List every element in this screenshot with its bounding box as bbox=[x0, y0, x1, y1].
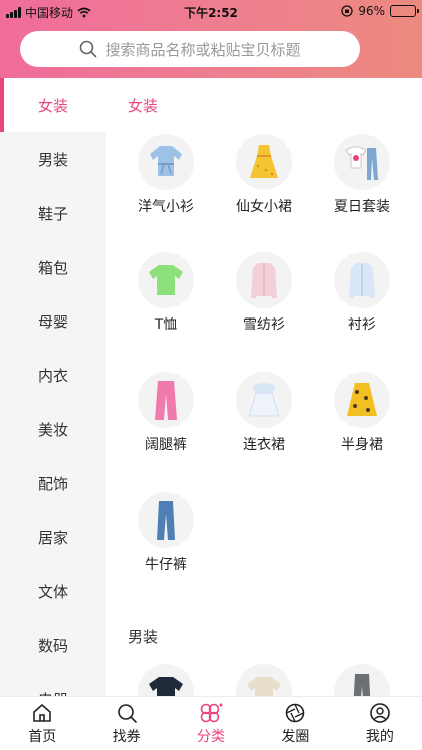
wide-pants-icon bbox=[138, 372, 194, 428]
search-input[interactable]: 搜索商品名称或粘贴宝贝标题 bbox=[20, 31, 360, 67]
sidebar-item-mens[interactable]: 男装 bbox=[0, 132, 106, 186]
category-cell[interactable]: 阔腿裤 bbox=[117, 372, 215, 454]
battery-percent: 96% bbox=[358, 4, 385, 18]
sidebar-item-label: 数码 bbox=[37, 636, 68, 655]
sidebar-item-label: 居家 bbox=[37, 528, 68, 547]
tab-label: 首页 bbox=[28, 728, 57, 745]
category-cell[interactable]: 仙女小裙 bbox=[215, 134, 313, 216]
tab-label: 我的 bbox=[365, 728, 394, 745]
chiffon-shirt-icon bbox=[236, 252, 292, 308]
sidebar-item-beauty[interactable]: 美妆 bbox=[0, 402, 106, 456]
sidebar-item-label: 男装 bbox=[37, 150, 68, 169]
search-icon bbox=[117, 703, 137, 723]
category-cell[interactable]: 夏日套装 bbox=[313, 134, 411, 216]
dress-icon bbox=[236, 372, 292, 428]
home-icon bbox=[33, 703, 52, 722]
tshirt-icon bbox=[138, 252, 194, 308]
sidebar-item-digital[interactable]: 数码 bbox=[0, 618, 106, 672]
pants-icon[interactable] bbox=[334, 664, 390, 696]
jeans-icon bbox=[138, 492, 194, 548]
category-cell[interactable]: 连衣裙 bbox=[215, 372, 313, 454]
category-cell[interactable]: T恤 bbox=[117, 252, 215, 334]
sidebar-item-label: 母婴 bbox=[37, 312, 68, 331]
sidebar-item-label: 内衣 bbox=[37, 366, 68, 385]
sidebar-item-bags[interactable]: 箱包 bbox=[0, 240, 106, 294]
header: 中国移动 下午2:52 96% 搜索商品名称或粘贴宝贝标题 bbox=[0, 0, 422, 78]
sidebar-item-label: 电器 bbox=[38, 689, 68, 697]
sidebar-item-label: 箱包 bbox=[37, 258, 68, 277]
section-title-womens: 女装 bbox=[128, 97, 159, 115]
tab-profile[interactable]: 我的 bbox=[338, 697, 422, 750]
outfit-icon bbox=[334, 134, 390, 190]
search-placeholder: 搜索商品名称或粘贴宝贝标题 bbox=[105, 40, 301, 59]
orientation-lock-icon bbox=[341, 5, 353, 17]
category-label: 雪纺衫 bbox=[243, 317, 285, 333]
category-label: T恤 bbox=[154, 317, 178, 333]
category-label: 牛仔裤 bbox=[145, 557, 187, 573]
search-icon bbox=[80, 40, 97, 58]
category-label: 衬衫 bbox=[348, 317, 376, 333]
category-sidebar: 女装 男装 鞋子 箱包 母婴 内衣 美妆 配饰 居家 文体 数码 电器 bbox=[0, 78, 106, 696]
category-cell[interactable]: 半身裙 bbox=[313, 372, 411, 454]
sidebar-item-home[interactable]: 居家 bbox=[0, 510, 106, 564]
aperture-icon bbox=[286, 703, 305, 722]
tab-bar: 首页 找券 分类 发圈 我的 bbox=[0, 696, 422, 750]
category-cell[interactable]: 牛仔裤 bbox=[117, 492, 215, 574]
sidebar-item-appliances[interactable]: 电器 bbox=[0, 672, 106, 697]
sidebar-item-womens[interactable]: 女装 bbox=[0, 78, 106, 132]
sidebar-item-stationery[interactable]: 文体 bbox=[0, 564, 106, 618]
category-cell[interactable]: 雪纺衫 bbox=[215, 252, 313, 334]
category-label: 阔腿裤 bbox=[145, 437, 187, 453]
battery-icon bbox=[390, 5, 419, 17]
sidebar-item-shoes[interactable]: 鞋子 bbox=[0, 186, 106, 240]
category-label: 仙女小裙 bbox=[236, 199, 292, 215]
tab-coupons[interactable]: 找券 bbox=[84, 697, 168, 750]
skirt-icon bbox=[334, 372, 390, 428]
category-label: 夏日套装 bbox=[334, 199, 390, 215]
shirt-icon bbox=[334, 252, 390, 308]
category-label: 半身裙 bbox=[341, 437, 383, 453]
tab-label: 发圈 bbox=[281, 728, 310, 745]
tab-label: 分类 bbox=[197, 728, 226, 745]
sweater-icon[interactable] bbox=[236, 664, 292, 696]
blouse-icon bbox=[138, 134, 194, 190]
status-bar: 中国移动 下午2:52 96% bbox=[0, 0, 422, 24]
tab-category[interactable]: 分类 bbox=[169, 697, 253, 750]
tshirt-icon[interactable] bbox=[138, 664, 194, 696]
sidebar-item-label: 美妆 bbox=[37, 420, 68, 439]
section-title-mens: 男装 bbox=[128, 628, 159, 646]
sidebar-item-accessories[interactable]: 配饰 bbox=[0, 456, 106, 510]
category-cell[interactable]: 洋气小衫 bbox=[117, 134, 215, 216]
sidebar-item-baby[interactable]: 母婴 bbox=[0, 294, 106, 348]
sidebar-item-label: 女装 bbox=[37, 96, 68, 115]
category-cell[interactable]: 衬衫 bbox=[313, 252, 411, 334]
sidebar-item-label: 鞋子 bbox=[37, 204, 68, 223]
category-content: 女装 洋气小衫 仙女小裙 夏日套装 T恤 雪纺衫 衬衫 阔腿裤 连衣裙 半身裙 … bbox=[106, 78, 422, 696]
tab-moments[interactable]: 发圈 bbox=[253, 697, 337, 750]
sidebar-item-underwear[interactable]: 内衣 bbox=[0, 348, 106, 402]
tab-label: 找券 bbox=[112, 728, 141, 745]
dress-icon bbox=[236, 134, 292, 190]
sidebar-item-label: 文体 bbox=[37, 582, 68, 601]
category-icon bbox=[200, 703, 223, 722]
sidebar-item-label: 配饰 bbox=[37, 474, 68, 493]
category-label: 洋气小衫 bbox=[138, 199, 194, 215]
profile-icon bbox=[370, 702, 390, 723]
category-label: 连衣裙 bbox=[243, 437, 285, 453]
tab-home[interactable]: 首页 bbox=[0, 697, 84, 750]
